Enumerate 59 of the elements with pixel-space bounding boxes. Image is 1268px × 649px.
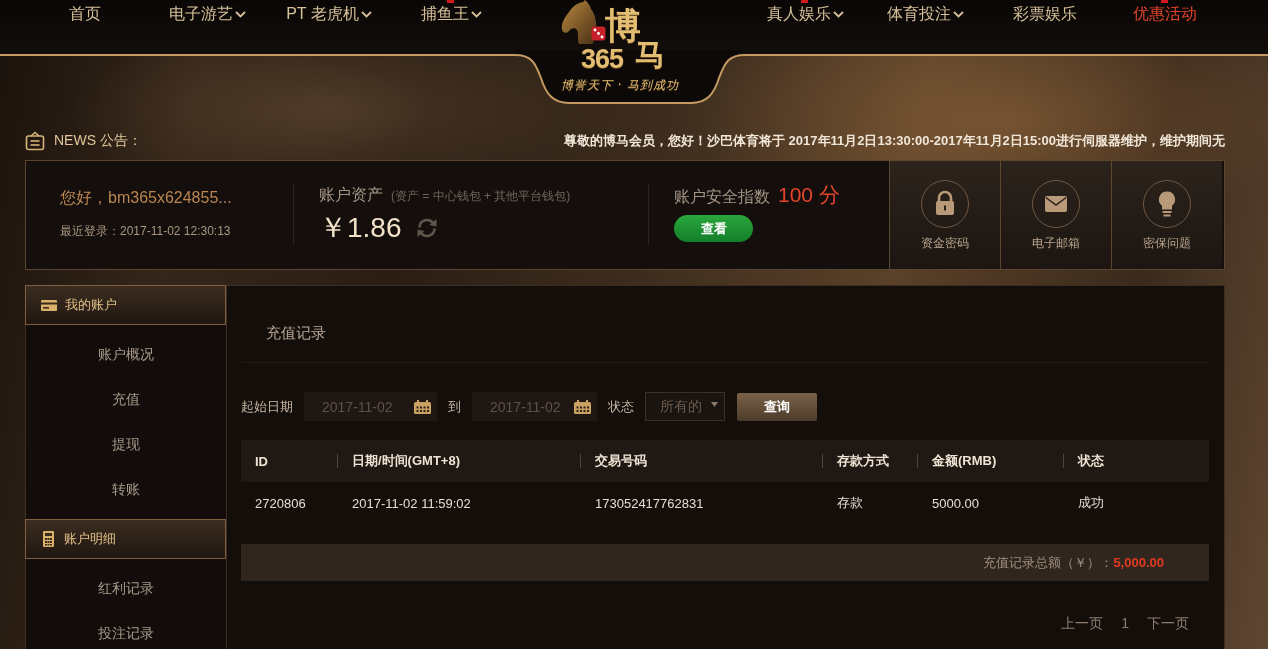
sidebar-item[interactable]: 充值 xyxy=(112,387,140,411)
shortcut-tile[interactable]: 电子邮箱 xyxy=(1000,161,1111,269)
table-cell-text: 2720806 xyxy=(254,495,307,511)
nav-link[interactable]: 电子游艺 xyxy=(168,0,246,28)
nav-link[interactable]: 彩票娱乐 xyxy=(1013,0,1077,28)
nav-link[interactable]: 首页 xyxy=(69,0,101,28)
greeting-text: 您好，bm365x624855... xyxy=(60,188,233,208)
table-cell-text: 173052417762831 xyxy=(594,495,705,511)
caret-icon xyxy=(711,402,718,407)
prev-page-link[interactable]: 上一页 xyxy=(1061,613,1104,633)
sidebar-item[interactable]: 提现 xyxy=(112,432,140,456)
nav-link[interactable]: 优惠活动 xyxy=(1133,0,1197,28)
page-title: 充值记录 xyxy=(266,323,326,343)
to-label: 到 xyxy=(448,397,461,416)
sidebar-item[interactable]: 转账 xyxy=(112,477,140,501)
table-cell-text: 成功 xyxy=(1077,494,1105,512)
query-button[interactable]: 查询 xyxy=(737,392,817,421)
refresh-icon[interactable] xyxy=(415,217,438,239)
balance-amount: ￥1.86 xyxy=(319,211,402,245)
sidebar-item[interactable]: 投注记录 xyxy=(98,621,154,645)
assets-note: (资产 = 中心钱包 + 其他平台钱包) xyxy=(391,188,571,205)
security-score: 100 分 xyxy=(778,185,840,205)
section-heading: 我的账户 xyxy=(65,296,117,314)
news-ticker-text: 尊敬的博马会员，您好！沙巴体育将于 2017年11月2日13:30:00-2017年11月2日15:00进行伺服器维护，维护期间无 xyxy=(564,132,1225,150)
table-cell-text: 5000.00 xyxy=(931,495,980,511)
sidebar-item[interactable]: 红利记录 xyxy=(98,576,154,600)
shortcut-tile[interactable]: 密保问题 xyxy=(1111,161,1222,269)
last-login-text: 最近登录：2017-11-02 12:30:13 xyxy=(60,223,232,239)
view-button[interactable]: 查看 xyxy=(674,215,753,242)
nav-link[interactable]: 捕鱼王 xyxy=(420,0,482,28)
card-icon xyxy=(41,299,57,311)
lock-icon xyxy=(921,180,969,228)
next-page-link[interactable]: 下一页 xyxy=(1147,613,1189,633)
section-heading: 账户明细 xyxy=(64,530,116,548)
calculator-icon xyxy=(43,531,54,547)
start-date-label: 起始日期 xyxy=(241,397,293,416)
table-cell-text: 2017-11-02 11:59:02 xyxy=(351,495,472,511)
lightbulb-icon xyxy=(1143,180,1191,228)
logo-number: 365 xyxy=(581,45,624,73)
calendar-icon xyxy=(574,399,591,414)
shortcut-tile[interactable]: 资金密码 xyxy=(889,161,1000,269)
envelope-icon xyxy=(1032,180,1080,228)
nav-link[interactable]: 体育投注 xyxy=(886,0,964,28)
page-number-link[interactable]: 1 xyxy=(1121,613,1129,633)
total-label: 充值记录总额（￥）： xyxy=(983,553,1114,572)
total-amount: 5,000.00 xyxy=(1113,555,1164,570)
status-label: 状态 xyxy=(608,397,634,416)
table-cell-text: 存款 xyxy=(836,494,864,512)
nav-link[interactable]: PT 老虎机 xyxy=(286,0,372,28)
calendar-icon xyxy=(414,399,431,414)
horse-head-icon xyxy=(559,0,599,44)
logo-slogan: 博誉天下 · 马到成功 xyxy=(561,77,680,93)
assets-label: 账户资产 xyxy=(319,185,383,205)
notice-board-icon xyxy=(25,131,45,151)
security-label: 账户安全指数 xyxy=(674,187,770,207)
news-label: NEWS 公告： xyxy=(54,132,142,150)
sidebar-item[interactable]: 账户概况 xyxy=(98,342,154,366)
nav-link[interactable]: 真人娱乐 xyxy=(766,0,844,28)
column-header: ID xyxy=(254,453,269,469)
